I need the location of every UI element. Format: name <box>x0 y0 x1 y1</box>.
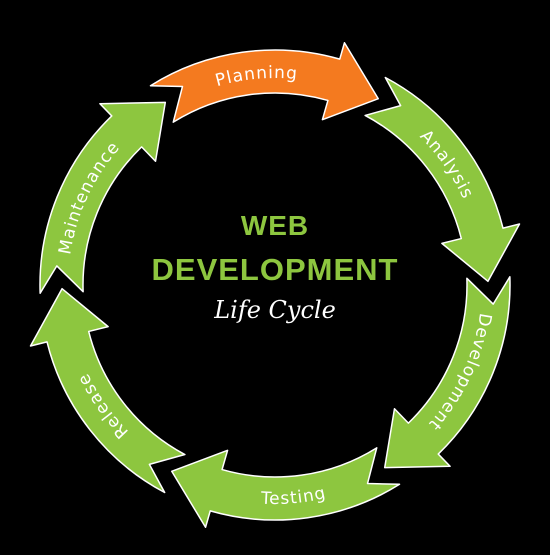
analysis-arrow <box>364 76 521 283</box>
subtitle: Life Cycle <box>214 296 336 324</box>
title-line-2: DEVELOPMENT <box>151 252 399 287</box>
lifecycle-diagram: Planning Analysis Development Testing Releas… <box>0 0 550 550</box>
testing-arrow <box>170 447 401 528</box>
title-line-1: WEB <box>240 210 310 241</box>
